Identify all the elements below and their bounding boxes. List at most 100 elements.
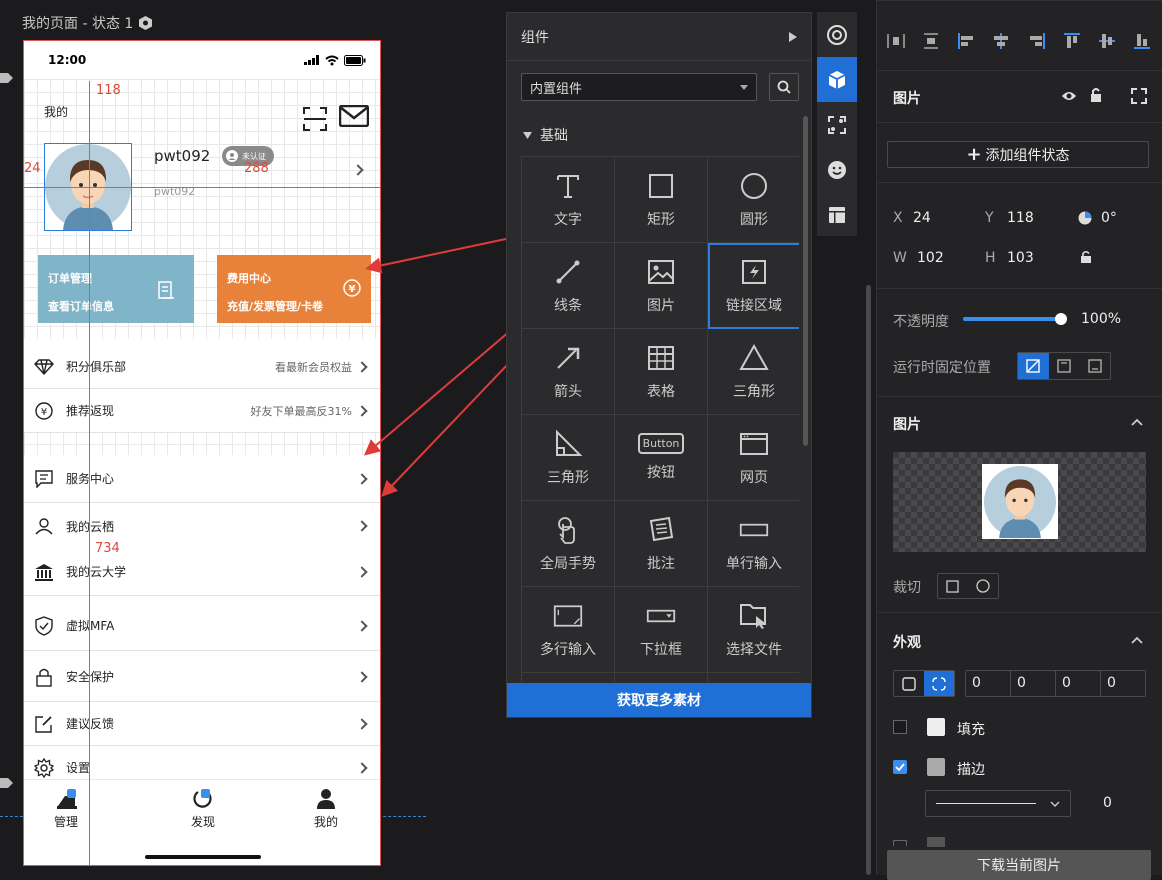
component-right-triangle[interactable]: 三角形	[522, 415, 615, 501]
collapse-icon[interactable]	[1131, 418, 1143, 426]
component-rectangle[interactable]: 矩形	[615, 157, 708, 243]
align-top-icon[interactable]	[1061, 30, 1083, 52]
align-center-h-icon[interactable]	[990, 30, 1012, 52]
stroke-color-swatch[interactable]	[927, 758, 945, 776]
component-dropdown[interactable]: 下拉框	[615, 587, 708, 673]
row-my-yunqi[interactable]: 我的云栖	[24, 504, 380, 548]
opacity-slider-thumb[interactable]	[1055, 313, 1067, 325]
component-line[interactable]: 线条	[522, 243, 615, 329]
y-value[interactable]: 118	[1007, 210, 1034, 226]
component-text[interactable]: 文字	[522, 157, 615, 243]
card-orders[interactable]: 订单管理 查看订单信息	[38, 255, 194, 323]
stroke-style-select[interactable]	[925, 790, 1071, 817]
components-scrollbar[interactable]	[803, 116, 808, 446]
h-value[interactable]: 103	[1007, 250, 1034, 266]
stroke-width-value[interactable]: 0	[1103, 795, 1112, 811]
shadow-checkbox[interactable]	[893, 840, 907, 846]
card-fees[interactable]: 费用中心 充值/发票管理/卡卷 ¥	[217, 255, 371, 323]
row-feedback[interactable]: 建议反馈	[24, 702, 380, 746]
radius-individual-option[interactable]	[924, 671, 954, 696]
opacity-slider[interactable]	[963, 313, 1067, 325]
distribute-h-icon[interactable]	[885, 30, 907, 52]
library-select[interactable]: 内置组件	[521, 73, 757, 101]
fixed-position-label: 运行时固定位置	[893, 360, 991, 376]
caret-right-icon[interactable]	[789, 31, 797, 42]
fixed-bottom-option[interactable]	[1079, 353, 1110, 379]
w-value[interactable]: 102	[917, 250, 944, 266]
crop-rect-icon[interactable]	[946, 579, 959, 593]
component-circle[interactable]: 圆形	[708, 157, 799, 243]
side-transform[interactable]	[817, 102, 857, 147]
add-state-button[interactable]: + 添加组件状态	[887, 141, 1149, 168]
side-components[interactable]	[817, 57, 857, 102]
eye-icon[interactable]	[1061, 90, 1077, 102]
side-target[interactable]	[817, 12, 857, 57]
component-link-area[interactable]: 链接区域	[708, 243, 799, 329]
properties-scrollbar[interactable]	[866, 285, 871, 875]
tab-manage[interactable]: 管理	[36, 788, 96, 830]
align-right-icon[interactable]	[1026, 30, 1048, 52]
component-annotation[interactable]: 批注	[615, 501, 708, 587]
side-layout[interactable]	[817, 192, 857, 237]
design-canvas[interactable]: 我的页面 - 状态 1 12:00 我的 pwt092 未认证 pwt092 订…	[0, 0, 634, 875]
scan-icon[interactable]	[303, 107, 327, 131]
image-preview[interactable]	[893, 452, 1146, 552]
page-marker-bottom[interactable]	[0, 775, 14, 794]
get-more-assets-button[interactable]: 获取更多素材	[507, 683, 811, 717]
component-arrow[interactable]: 箭头	[522, 329, 615, 415]
page-marker-top[interactable]	[0, 70, 14, 89]
fill-checkbox[interactable]	[893, 720, 907, 734]
fixed-none-option[interactable]	[1018, 353, 1049, 379]
download-image-button[interactable]: 下载当前图片	[887, 850, 1151, 880]
components-header[interactable]: 组件	[507, 13, 811, 61]
align-bottom-icon[interactable]	[1131, 30, 1153, 52]
side-emoji[interactable]	[817, 147, 857, 192]
fullscreen-icon[interactable]	[1131, 88, 1147, 104]
shadow-swatch[interactable]	[927, 837, 945, 847]
row-my-university[interactable]: 我的云大学	[24, 548, 380, 596]
component-file-select[interactable]: 选择文件	[708, 587, 799, 673]
fix-top-icon	[1057, 359, 1071, 373]
aspect-lock-icon[interactable]	[1080, 250, 1092, 264]
radius-bottom-right[interactable]: 0	[1056, 671, 1101, 696]
component-multi-input[interactable]: 多行输入	[522, 587, 615, 673]
x-value[interactable]: 24	[913, 210, 931, 226]
component-table[interactable]: 表格	[615, 329, 708, 415]
opacity-value[interactable]: 100%	[1081, 311, 1121, 327]
radius-top-left[interactable]: 0	[966, 671, 1011, 696]
phone-frame[interactable]: 12:00 我的 pwt092 未认证 pwt092 订单管理 查看订单信息 费…	[23, 40, 381, 866]
radius-bottom-left[interactable]: 0	[1101, 671, 1145, 696]
stroke-checkbox[interactable]	[893, 760, 907, 774]
appearance-section-title: 外观	[893, 635, 921, 651]
row-points-club[interactable]: 积分俱乐部 看最新会员权益	[24, 345, 380, 389]
component-single-input[interactable]: 单行输入	[708, 501, 799, 587]
mail-icon[interactable]	[339, 105, 369, 127]
row-service-center[interactable]: 服务中心	[24, 455, 380, 503]
search-button[interactable]	[769, 73, 799, 101]
crop-circle-icon[interactable]	[976, 579, 990, 593]
chevron-down-icon	[1050, 801, 1060, 807]
component-gesture[interactable]: 全局手势	[522, 501, 615, 587]
distribute-v-icon[interactable]	[920, 30, 942, 52]
tab-mine[interactable]: 我的	[296, 788, 356, 830]
align-middle-v-icon[interactable]	[1096, 30, 1118, 52]
component-image[interactable]: 图片	[615, 243, 708, 329]
align-left-icon[interactable]	[955, 30, 977, 52]
component-button[interactable]: Button 按钮	[615, 415, 708, 501]
radius-top-right[interactable]: 0	[1011, 671, 1056, 696]
row-referral[interactable]: ¥ 推荐返现 好友下单最高反31%	[24, 389, 380, 433]
radius-uniform-option[interactable]	[894, 671, 924, 696]
section-basic[interactable]: 基础	[523, 125, 568, 145]
hexagon-icon	[139, 16, 153, 30]
row-virtual-mfa[interactable]: 虚拟MFA	[24, 601, 380, 651]
unlock-icon[interactable]	[1089, 87, 1103, 103]
rotation-value[interactable]: 0°	[1101, 210, 1117, 226]
tab-discover[interactable]: 发现	[173, 788, 233, 830]
annotation-icon	[649, 516, 674, 541]
collapse-icon[interactable]	[1131, 636, 1143, 644]
component-webpage[interactable]: 网页	[708, 415, 799, 501]
fixed-top-option[interactable]	[1049, 353, 1080, 379]
component-triangle[interactable]: 三角形	[708, 329, 799, 415]
fill-color-swatch[interactable]	[927, 718, 945, 736]
row-security[interactable]: 安全保护	[24, 652, 380, 702]
